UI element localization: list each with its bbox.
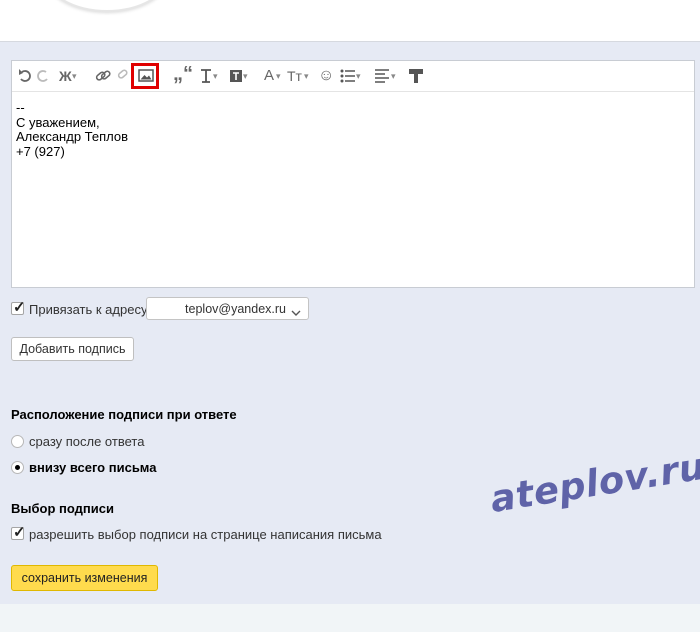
chevron-down-icon: ▾ <box>243 71 248 81</box>
chevron-down-icon <box>291 305 301 320</box>
chevron-down-icon: ▾ <box>391 71 396 81</box>
signature-line: Александр Теплов <box>16 129 129 144</box>
chevron-down-icon: ▾ <box>213 71 218 81</box>
emoji-icon[interactable]: ☺ <box>318 67 334 85</box>
placement-option-label: внизу всего письма <box>29 460 157 475</box>
placement-option-label: сразу после ответа <box>29 434 145 449</box>
address-select-value: teplov@yandex.ru <box>185 302 286 316</box>
placement-radio-bottom[interactable] <box>11 461 24 474</box>
font-color-icon[interactable]: A <box>264 67 274 85</box>
bind-address-checkbox[interactable]: ✓ <box>11 299 26 316</box>
choice-heading: Выбор подписи <box>11 501 114 516</box>
check-icon: ✓ <box>13 299 26 316</box>
placement-heading: Расположение подписи при ответе <box>11 407 237 422</box>
redo-icon[interactable] <box>36 67 50 85</box>
placement-radio-after-reply[interactable] <box>11 435 24 448</box>
top-header <box>0 0 700 42</box>
footer-strip <box>0 604 700 632</box>
signature-line: -- <box>16 100 25 115</box>
allow-choice-checkbox[interactable]: ✓ <box>11 524 26 541</box>
list-icon[interactable] <box>340 67 356 85</box>
allow-choice-label: разрешить выбор подписи на странице напи… <box>29 527 382 542</box>
save-button[interactable]: сохранить изменения <box>11 565 158 591</box>
align-icon[interactable] <box>374 67 390 85</box>
signature-text[interactable]: -- С уважением, Александр Теплов +7 (927… <box>16 100 129 159</box>
text-background-icon[interactable] <box>229 67 243 85</box>
signature-line: +7 (927) <box>16 143 65 159</box>
clear-format-icon[interactable] <box>408 67 424 85</box>
avatar <box>45 0 169 12</box>
bold-icon[interactable]: Ж <box>59 67 72 85</box>
unlink-icon[interactable] <box>113 67 129 85</box>
signature-editor[interactable]: Ж ▾ „“ ▾ ▾ A ▾ Tт ▾ ☺ ▾ ▾ -- С уважением… <box>11 60 695 288</box>
address-select[interactable]: teplov@yandex.ru <box>146 297 309 320</box>
undo-icon[interactable] <box>18 67 34 85</box>
editor-toolbar: Ж ▾ „“ ▾ ▾ A ▾ Tт ▾ ☺ ▾ ▾ <box>12 61 694 92</box>
check-icon: ✓ <box>13 524 26 541</box>
text-style-icon[interactable] <box>199 67 213 85</box>
add-signature-button[interactable]: Добавить подпись <box>11 337 134 361</box>
bind-address-label: Привязать к адресу <box>29 302 148 317</box>
font-size-icon[interactable]: Tт <box>287 67 302 85</box>
chevron-down-icon: ▾ <box>356 71 361 81</box>
chevron-down-icon: ▾ <box>304 71 309 81</box>
quote-icon[interactable]: „“ <box>173 64 193 84</box>
chevron-down-icon: ▾ <box>72 71 77 81</box>
chevron-down-icon: ▾ <box>276 71 281 81</box>
signature-line: С уважением, <box>16 114 100 130</box>
highlight-frame <box>131 63 159 89</box>
link-icon[interactable] <box>94 67 112 85</box>
